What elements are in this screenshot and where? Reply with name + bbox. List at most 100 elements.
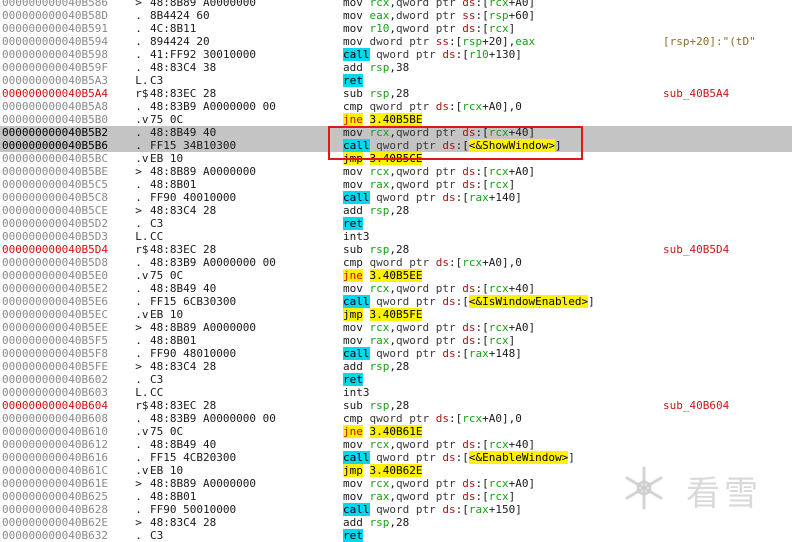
asm-token: jmp <box>343 308 363 321</box>
asm-token: rcx <box>488 438 509 451</box>
disasm-row[interactable]: 000000000040B5A8 . 48:83B9 A0000000 00 cmp… <box>0 100 792 113</box>
disasm-row[interactable]: 000000000040B5C8 . FF90 40010000 call qwor… <box>0 191 792 204</box>
disasm-row[interactable]: 000000000040B62E >48:83C4 28 add rsp,28 <box>0 516 792 529</box>
disasm-row[interactable]: 000000000040B632 . C3 ret <box>0 529 792 542</box>
flow-gutter: . <box>122 347 142 360</box>
disasm-row[interactable]: 000000000040B602 . C3 ret <box>0 373 792 386</box>
asm-token: , <box>389 334 396 347</box>
disasm-row[interactable]: 000000000040B5D8 . 48:83B9 A0000000 00 cmp… <box>0 256 792 269</box>
disasm-row[interactable]: 000000000040B586 >48:8B89 A0000000 mov rc… <box>0 0 792 9</box>
disasm-row[interactable]: 000000000040B59F . 48:83C4 38 add rsp,38 <box>0 61 792 74</box>
disasm-row[interactable]: 000000000040B603 L. CC int3 <box>0 386 792 399</box>
disasm-row[interactable]: 000000000040B5B6 . FF15 34B10300 call qwor… <box>0 139 792 152</box>
disasm-row[interactable]: 000000000040B5C5 . 48:8B01 mov rax,qword p… <box>0 178 792 191</box>
asm-token: rcx <box>462 100 483 113</box>
flow-gutter: r$ <box>122 87 149 100</box>
instruction: mov rax,qword ptr ds:[rcx] <box>343 334 515 347</box>
disasm-row[interactable]: 000000000040B5E0 .v 75 0C jne 3.40B5EE <box>0 269 792 282</box>
disasm-row[interactable]: 000000000040B5EC .v EB 10 jmp 3.40B5FE <box>0 308 792 321</box>
asm-token <box>363 438 370 451</box>
asm-token: qword ptr <box>376 48 443 61</box>
asm-token <box>363 35 370 48</box>
disasm-row[interactable]: 000000000040B5BC .v EB 10 jmp 3.40B5CE <box>0 152 792 165</box>
opcode-bytes: 48:8B49 40 <box>150 282 217 295</box>
disasm-row[interactable]: 000000000040B5E2 . 48:8B49 40 mov rcx,qwor… <box>0 282 792 295</box>
disassembly-view[interactable]: 000000000040B586 >48:8B89 A0000000 mov rc… <box>0 0 792 542</box>
asm-token: ds <box>462 0 476 9</box>
asm-token: int3 <box>343 386 370 399</box>
opcode-bytes: 75 0C <box>150 113 184 126</box>
address: 000000000040B628 <box>2 503 108 516</box>
asm-token: mov <box>343 22 363 35</box>
asm-token: rsp <box>462 35 483 48</box>
disasm-row[interactable]: 000000000040B591 . 4C:8B11 mov r10,qword p… <box>0 22 792 35</box>
asm-token: ,38 <box>389 61 410 74</box>
disasm-row[interactable]: 000000000040B5FE >48:83C4 28 add rsp,28 <box>0 360 792 373</box>
asm-token: ds <box>442 503 456 516</box>
flow-gutter: . <box>122 100 142 113</box>
instruction: jne 3.40B5EE <box>343 269 423 282</box>
address: 000000000040B5F5 <box>2 334 108 347</box>
disasm-row[interactable]: 000000000040B5B0 .v 75 0C jne 3.40B5BE <box>0 113 792 126</box>
asm-token: qword ptr <box>396 438 463 451</box>
instruction: jmp 3.40B5FE <box>343 308 423 321</box>
disasm-row[interactable]: 000000000040B5F5 . 48:8B01 mov rax,qword p… <box>0 334 792 347</box>
asm-token: +40] <box>508 282 536 295</box>
disasm-row[interactable]: 000000000040B610 .v 75 0C jne 3.40B61E <box>0 425 792 438</box>
asm-token: rsp <box>369 360 390 373</box>
asm-token: <&ShowWindow> <box>468 139 555 152</box>
asm-token: , <box>389 9 396 22</box>
asm-token: 3.40B61E <box>369 425 423 438</box>
asm-token: , <box>389 126 396 139</box>
address: 000000000040B5E6 <box>2 295 108 308</box>
disasm-row[interactable]: 000000000040B5E6 . FF15 6CB30300 call qwor… <box>0 295 792 308</box>
asm-token: 3.40B5CE <box>369 152 423 165</box>
disasm-row[interactable]: 000000000040B5B2 . 48:8B49 40 mov rcx,qwor… <box>0 126 792 139</box>
disasm-row[interactable]: 000000000040B5BE >48:8B89 A0000000 mov rc… <box>0 165 792 178</box>
asm-token: rcx <box>369 282 390 295</box>
disasm-row[interactable]: 000000000040B5A3 L. C3 ret <box>0 74 792 87</box>
asm-token: qword ptr <box>396 282 463 295</box>
opcode-bytes: 48:8B89 A0000000 <box>150 321 256 334</box>
disasm-row[interactable]: 000000000040B5EE >48:8B89 A0000000 mov rc… <box>0 321 792 334</box>
disasm-row[interactable]: 000000000040B594 . 894424 20 mov dword ptr… <box>0 35 792 48</box>
asm-token: rsp <box>369 204 390 217</box>
disasm-row[interactable]: 000000000040B598 . 41:FF92 30010000 call q… <box>0 48 792 61</box>
disasm-row[interactable]: 000000000040B5CE >48:83C4 28 add rsp,28 <box>0 204 792 217</box>
instruction: ret <box>343 373 363 386</box>
asm-token: :[ <box>448 100 463 113</box>
address: 000000000040B5FE <box>2 360 108 373</box>
disasm-row[interactable]: 000000000040B5D4 r$ 48:83EC 28 sub rsp,28 s… <box>0 243 792 256</box>
flow-gutter: > <box>122 165 142 178</box>
instruction: call qword ptr ds:[rax+150] <box>343 503 522 516</box>
disasm-row[interactable]: 000000000040B604 r$ 48:83EC 28 sub rsp,28 s… <box>0 399 792 412</box>
asm-token: ds <box>462 22 476 35</box>
disasm-row[interactable]: 000000000040B612 . 48:8B49 40 mov rcx,qwor… <box>0 438 792 451</box>
asm-token: :[ <box>475 126 489 139</box>
asm-token: ,28 <box>389 516 410 529</box>
asm-token: int3 <box>343 230 370 243</box>
disasm-row[interactable]: 000000000040B5D2 . C3 ret <box>0 217 792 230</box>
asm-token: add <box>343 360 363 373</box>
instruction: mov rcx,qword ptr ds:[rcx+40] <box>343 438 535 451</box>
asm-token <box>363 152 370 165</box>
disasm-row[interactable]: 000000000040B608 . 48:83B9 A0000000 00 cmp… <box>0 412 792 425</box>
asm-token: mov <box>343 9 363 22</box>
asm-token: rcx <box>369 0 390 9</box>
asm-token: add <box>343 516 363 529</box>
asm-token: ret <box>343 217 363 230</box>
disasm-row[interactable]: 000000000040B5F8 . FF90 48010000 call qwor… <box>0 347 792 360</box>
asm-token: ] <box>508 22 516 35</box>
asm-token: call <box>343 503 370 516</box>
asm-token: eax <box>515 35 536 48</box>
instruction: sub rsp,28 <box>343 87 409 100</box>
comment: [rsp+20]:"(tD" <box>663 35 756 48</box>
address: 000000000040B5E2 <box>2 282 108 295</box>
disasm-row[interactable]: 000000000040B58D . 8B4424 60 mov eax,dword… <box>0 9 792 22</box>
comment: sub_40B5A4 <box>663 87 730 100</box>
opcode-bytes: FF90 50010000 <box>150 503 237 516</box>
disasm-row[interactable]: 000000000040B5D3 L. CC int3 <box>0 230 792 243</box>
address: 000000000040B616 <box>2 451 108 464</box>
opcode-bytes: FF15 4CB20300 <box>150 451 237 464</box>
disasm-row[interactable]: 000000000040B5A4 r$ 48:83EC 28 sub rsp,28 s… <box>0 87 792 100</box>
